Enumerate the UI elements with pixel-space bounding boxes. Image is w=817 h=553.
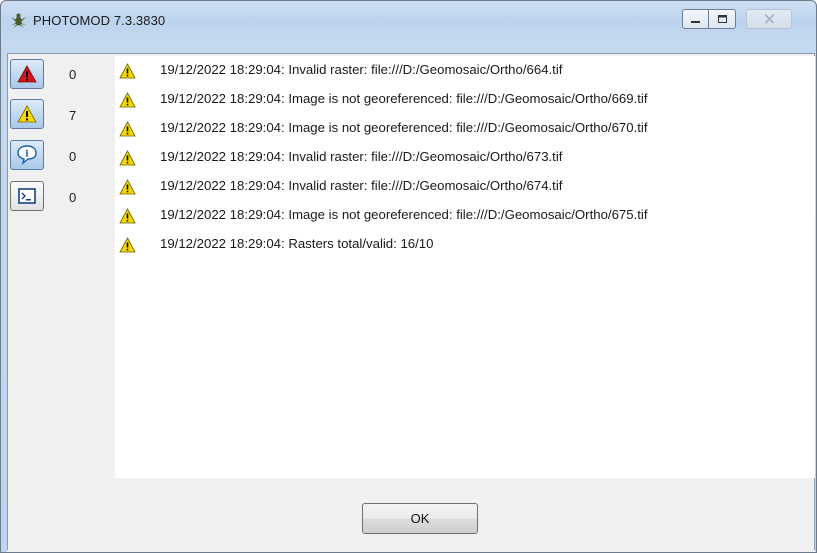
log-message: 19/12/2022 18:29:04: Rasters total/valid… xyxy=(160,236,434,251)
warning-icon xyxy=(119,179,136,195)
window-controls xyxy=(682,9,792,31)
warning-icon xyxy=(119,63,136,79)
log-entry[interactable]: 19/12/2022 18:29:04: Image is not georef… xyxy=(115,203,815,232)
warning-icon xyxy=(119,237,136,253)
title-bar[interactable]: PHOTOMOD 7.3.3830 xyxy=(1,1,816,39)
console-icon xyxy=(18,188,36,204)
log-message: 19/12/2022 18:29:04: Image is not georef… xyxy=(160,207,648,222)
error-icon xyxy=(17,65,37,83)
warning-icon xyxy=(119,92,136,108)
warning-icon xyxy=(119,208,136,224)
svg-text:i: i xyxy=(25,150,29,160)
log-message: 19/12/2022 18:29:04: Image is not georef… xyxy=(160,91,648,106)
log-entry[interactable]: 19/12/2022 18:29:04: Invalid raster: fil… xyxy=(115,58,815,87)
maximize-button[interactable] xyxy=(709,9,736,29)
warning-icon xyxy=(119,150,136,166)
info-count: 0 xyxy=(69,149,77,164)
warning-icon xyxy=(17,105,37,123)
console-count: 0 xyxy=(69,190,77,205)
maximize-icon xyxy=(717,15,727,23)
close-button[interactable] xyxy=(746,9,792,29)
warnings-count: 7 xyxy=(69,108,77,123)
info-filter-button[interactable]: i xyxy=(10,140,44,170)
minimize-button[interactable] xyxy=(682,9,709,29)
log-message: 19/12/2022 18:29:04: Invalid raster: fil… xyxy=(160,149,563,164)
close-icon xyxy=(764,14,774,24)
errors-count: 0 xyxy=(69,67,77,82)
minimize-icon xyxy=(691,20,700,23)
warnings-filter-button[interactable] xyxy=(10,99,44,129)
console-filter-button[interactable] xyxy=(10,181,44,211)
log-entry[interactable]: 19/12/2022 18:29:04: Image is not georef… xyxy=(115,87,815,116)
log-message: 19/12/2022 18:29:04: Image is not georef… xyxy=(160,120,648,135)
log-message: 19/12/2022 18:29:04: Invalid raster: fil… xyxy=(160,178,563,193)
log-entry[interactable]: 19/12/2022 18:29:04: Invalid raster: fil… xyxy=(115,145,815,174)
log-entry[interactable]: 19/12/2022 18:29:04: Invalid raster: fil… xyxy=(115,174,815,203)
log-message: 19/12/2022 18:29:04: Invalid raster: fil… xyxy=(160,62,563,77)
message-log[interactable]: 19/12/2022 18:29:04: Invalid raster: fil… xyxy=(115,56,815,478)
errors-filter-button[interactable] xyxy=(10,59,44,89)
log-entry[interactable]: 19/12/2022 18:29:04: Image is not georef… xyxy=(115,116,815,145)
ok-button[interactable]: OK xyxy=(362,503,478,534)
photomod-app-icon xyxy=(11,13,26,28)
info-icon: i xyxy=(17,145,37,165)
photomod-dialog: PHOTOMOD 7.3.3830 0 7 i 0 0 19/12/2022 1… xyxy=(0,0,817,553)
warning-icon xyxy=(119,121,136,137)
log-entry[interactable]: 19/12/2022 18:29:04: Rasters total/valid… xyxy=(115,232,815,261)
window-title: PHOTOMOD 7.3.3830 xyxy=(33,13,166,28)
